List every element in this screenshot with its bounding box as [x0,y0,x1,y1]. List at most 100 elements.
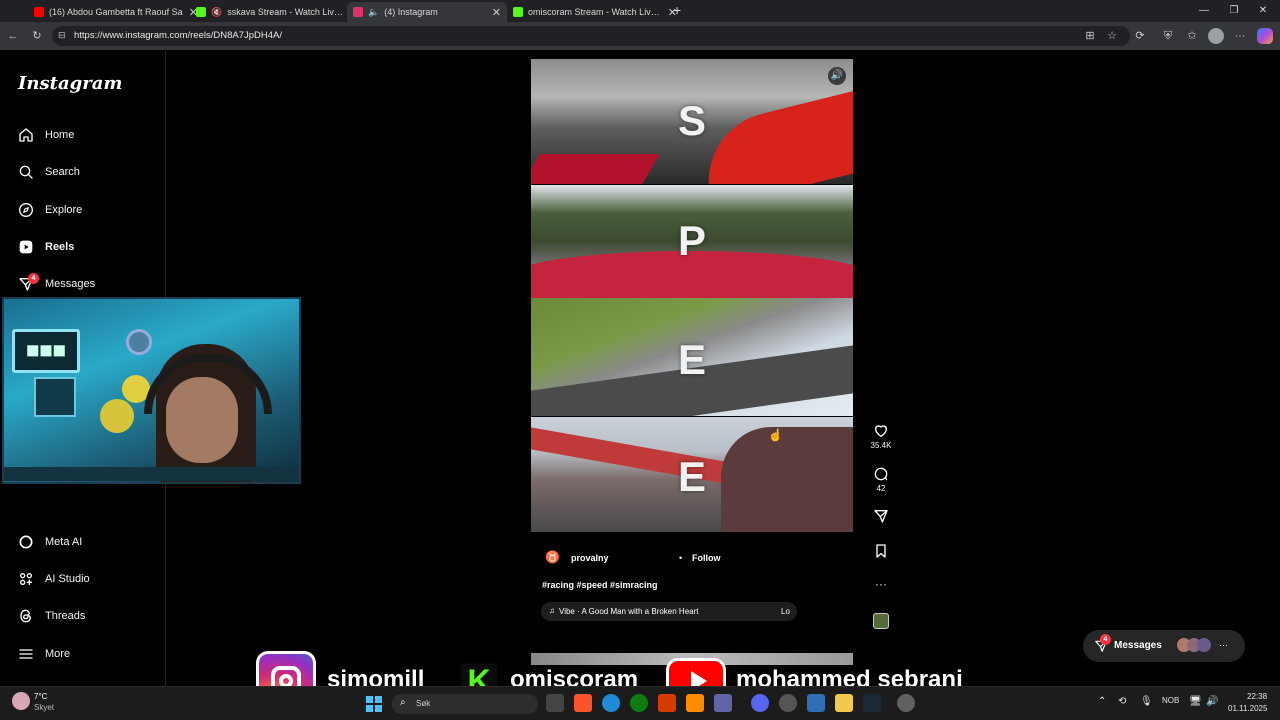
track-kerb [531,154,660,184]
microphone-icon[interactable]: 🎙 [1140,696,1153,707]
settings-more-icon[interactable]: ··· [1232,28,1248,44]
extensions-icon[interactable]: ⟳ [1132,28,1148,44]
sidebar-item-threads[interactable]: Threads [18,605,85,627]
close-window-icon[interactable]: ✕ [1253,3,1273,19]
taskbar-search-placeholder: Søk [416,699,431,708]
instagram-logo[interactable]: Instagram [18,73,122,94]
reels-icon [19,240,33,254]
windows-start-icon[interactable] [366,696,382,712]
sidebar-item-search[interactable]: Search [18,161,80,183]
messages-more-icon[interactable]: ··· [1219,640,1228,650]
browser-tab-3[interactable]: 🔈 (4) Instagram ✕ [347,2,507,22]
tray-overflow-icon[interactable]: ⌃ [1098,696,1106,707]
audio-thumbnail[interactable] [873,613,889,629]
office-icon[interactable] [658,694,676,712]
profile-avatar[interactable] [1208,28,1224,44]
reel-letter-1: S [677,97,706,144]
share-button[interactable] [869,508,893,526]
ai-studio-icon [19,573,32,585]
messages-badge: 4 [28,273,39,284]
network-icon[interactable]: 🖥 [1189,696,1202,707]
sidebar-item-label: Explore [45,204,83,216]
url-field[interactable]: https://www.instagram.com/reels/DN8A7JpD… [52,26,1130,46]
sound-toggle-icon[interactable]: 🔊 [828,67,846,85]
sidebar-item-explore[interactable]: Explore [18,199,82,221]
reel-letter-2: P [677,217,706,264]
browser-tab-1[interactable]: (16) Abdou Gambetta ft Raouf Sa ✕ [28,2,204,22]
browser-essentials-icon[interactable]: ⛨ [1160,28,1176,44]
task-view-icon[interactable] [546,694,564,712]
weather-temp: 7°C [34,692,48,701]
reel-frame-4: E [531,417,853,532]
settings-gear-icon[interactable] [897,694,915,712]
obs-icon[interactable] [779,694,797,712]
shelf [34,377,76,417]
restore-icon[interactable]: ❐ [1224,3,1244,19]
comment-button[interactable]: 42 [869,466,893,493]
favorites-icon[interactable]: ✩ [1184,28,1200,44]
separator-dot: • [679,553,683,563]
like-button[interactable]: 35.4K [869,423,893,450]
site-info-icon[interactable]: ⊟ [58,30,66,41]
webcam-bottom-bar [4,467,299,481]
messages-pill-label: Messages [1114,640,1162,651]
sidebar-item-reels[interactable]: Reels [18,236,74,258]
sidebar-item-more[interactable]: More [18,643,70,665]
user-avatar-icon[interactable]: ♉ [545,550,560,564]
brave-icon[interactable] [574,694,592,712]
search-icon: ⌕ [400,697,406,708]
reel-letter-3: E [677,336,706,383]
tab-close-icon[interactable]: ✕ [492,6,501,19]
xbox-icon[interactable] [630,694,648,712]
tab-title: omiscoram Stream - Watch Live o [528,7,662,17]
back-icon[interactable]: ← [5,28,21,44]
sync-icon[interactable]: ⟲ [1118,696,1126,707]
bookmark-icon [876,544,886,558]
webcam-overlay: ◼◼◼ [2,297,301,484]
weather-desc: Skyet [34,703,55,712]
speaker-icon[interactable]: 🔈 [368,7,379,18]
sidebar-item-label: Reels [45,241,75,253]
clock-date[interactable]: 01.11.2025 [1228,704,1267,713]
edge-icon[interactable] [602,694,620,712]
audio-pill[interactable]: ♫ Vibe · A Good Man with a Broken Heart … [541,602,797,621]
vlc-icon[interactable] [686,694,704,712]
volume-icon[interactable]: 🔊 [1206,696,1218,707]
more-options-icon[interactable]: ··· [869,577,893,591]
favorite-star-icon[interactable]: ☆ [1104,28,1120,44]
app-install-icon[interactable]: ⊞ [1082,28,1098,44]
reel-caption[interactable]: #racing #speed #simracing [542,580,658,590]
browser-tab-4[interactable]: omiscoram Stream - Watch Live o ✕ [507,2,683,22]
discord-icon[interactable] [751,694,769,712]
messages-pill-badge: 4 [1100,634,1111,645]
muted-speaker-icon[interactable]: 🔇 [211,7,222,18]
new-tab-button[interactable]: + [673,2,681,18]
file-explorer-icon[interactable] [835,694,853,712]
sidebar-item-label: AI Studio [45,573,90,585]
music-note-icon: ♫ [549,606,555,615]
browser-tab-2[interactable]: 🔇 sskava Stream - Watch Live o ✕ [190,2,366,22]
compass-icon [19,203,33,217]
taskbar-search-box[interactable]: ⌕ Søk [392,694,538,714]
follow-button[interactable]: Follow [692,553,721,563]
steam-icon[interactable] [863,694,881,712]
messages-pill[interactable]: 4 Messages ··· [1083,630,1245,662]
clock-time[interactable]: 22:38 [1247,692,1267,701]
refresh-icon[interactable]: ↻ [29,28,45,44]
store-icon[interactable] [714,694,732,712]
copilot-icon[interactable] [1257,28,1273,44]
reel-frame-3: E [531,298,853,416]
tab-title: sskava Stream - Watch Live o [227,7,345,17]
weather-icon[interactable] [12,692,30,710]
remote-desktop-icon[interactable] [807,694,825,712]
send-icon [874,510,888,523]
sidebar-item-home[interactable]: Home [18,124,74,146]
reel-username[interactable]: provalny [571,553,609,563]
sidebar-item-ai-studio[interactable]: AI Studio [18,568,90,590]
avatar [1197,638,1211,652]
minimize-icon[interactable]: — [1194,3,1214,19]
save-button[interactable] [869,543,893,561]
language-indicator[interactable]: NOB [1162,696,1179,705]
sidebar-item-meta-ai[interactable]: Meta AI [18,531,82,553]
meta-ai-icon [19,535,33,549]
